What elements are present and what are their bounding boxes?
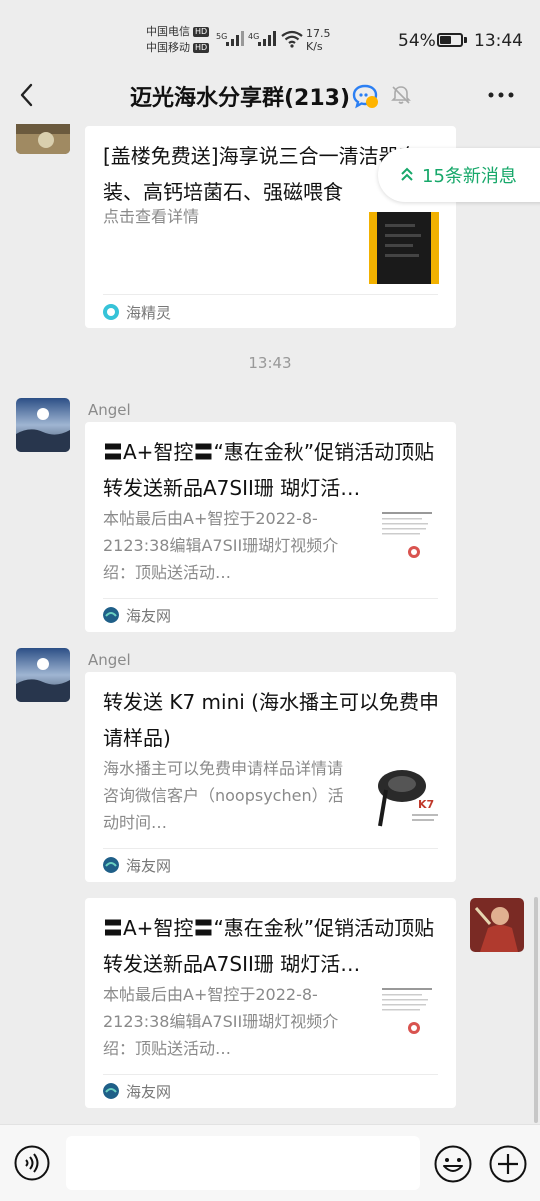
- svg-text:4G: 4G: [248, 32, 259, 41]
- card-desc: 海水播主可以免费申请样品详情请咨询微信客户（noopsychen）活动时间…: [103, 759, 344, 832]
- emoji-icon[interactable]: [434, 1145, 472, 1183]
- sender-name: Angel: [88, 651, 131, 669]
- card-source: 海友网: [103, 855, 171, 875]
- card-thumbnail: K7: [372, 756, 442, 828]
- battery-percent: 54%: [398, 31, 436, 51]
- scrollbar[interactable]: [534, 897, 538, 1123]
- card-source: 海友网: [103, 1081, 171, 1101]
- network-speed: 17.5 K/s: [306, 27, 331, 53]
- card-title: 〓A+智控〓“惠在金秋”促销活动顶贴转发送新品A7SII珊 瑚灯活…: [103, 916, 435, 976]
- card-source: 海友网: [103, 605, 171, 625]
- card-desc: 点击查看详情: [103, 207, 200, 226]
- card-title: 转发送 K7 mini (海水播主可以免费申请样品): [103, 690, 439, 750]
- wifi-icon: [281, 30, 303, 48]
- card-divider: [103, 848, 438, 849]
- chevron-left-icon[interactable]: [14, 80, 42, 110]
- avatar[interactable]: [470, 898, 524, 952]
- more-icon[interactable]: [486, 85, 516, 105]
- battery-fill: [440, 36, 451, 44]
- status-bar: 中国电信 HD 中国移动 HD 5G 4G 17.5 K/s 54% 13:44: [0, 0, 540, 80]
- carrier-info: 中国电信 HD 中国移动 HD: [146, 24, 210, 56]
- new-messages-button[interactable]: 15条新消息: [378, 148, 540, 202]
- app-icon: [103, 607, 119, 623]
- card-desc: 本帖最后由A+智控于2022-8-2123:38编辑A7SII珊瑚灯视频介绍：顶…: [103, 985, 339, 1058]
- sender-name: Angel: [88, 401, 131, 419]
- signal-icon: 4G: [248, 31, 276, 46]
- avatar[interactable]: [16, 398, 70, 452]
- link-card[interactable]: 〓A+智控〓“惠在金秋”促销活动顶贴转发送新品A7SII珊 瑚灯活… 本帖最后由…: [85, 422, 456, 632]
- page-title[interactable]: 迈光海水分享群(213): [130, 80, 350, 112]
- card-title: 〓A+智控〓“惠在金秋”促销活动顶贴转发送新品A7SII珊 瑚灯活…: [103, 440, 435, 500]
- link-card[interactable]: 〓A+智控〓“惠在金秋”促销活动顶贴转发送新品A7SII珊 瑚灯活… 本帖最后由…: [85, 898, 456, 1108]
- card-divider: [103, 1074, 438, 1075]
- voice-icon[interactable]: [14, 1145, 50, 1181]
- message-timestamp: 13:43: [248, 354, 292, 372]
- clock: 13:44: [474, 31, 523, 51]
- double-chevron-up-icon: [401, 167, 413, 181]
- speed-unit: K/s: [306, 40, 323, 53]
- card-source-label: 海精灵: [126, 303, 172, 322]
- card-thumbnail: [372, 506, 442, 578]
- link-card[interactable]: 转发送 K7 mini (海水播主可以免费申请样品) 海水播主可以免费申请样品详…: [85, 672, 456, 882]
- plus-icon[interactable]: [489, 1145, 527, 1183]
- battery-tip: [464, 37, 467, 43]
- app-icon: [103, 1083, 119, 1099]
- card-divider: [103, 598, 438, 599]
- hd-badge: HD: [193, 27, 210, 37]
- speed-value: 17.5: [306, 27, 331, 40]
- signal-icon: 5G: [216, 31, 244, 46]
- card-thumbnail: [369, 212, 439, 284]
- carrier-1: 中国电信: [146, 25, 190, 38]
- message-input[interactable]: [66, 1136, 420, 1190]
- card-source-label: 海友网: [126, 1082, 172, 1101]
- new-messages-label: 15条新消息: [422, 166, 517, 187]
- card-thumbnail: [372, 982, 442, 1054]
- card-source: 海精灵: [103, 302, 171, 322]
- svg-text:5G: 5G: [216, 32, 227, 41]
- bell-off-icon: [391, 86, 411, 104]
- card-source-label: 海友网: [126, 856, 172, 875]
- thumbnail-text: K7: [418, 798, 434, 811]
- input-bar: [0, 1124, 540, 1201]
- avatar[interactable]: [16, 648, 70, 702]
- card-divider: [103, 294, 438, 295]
- app-icon: [103, 857, 119, 873]
- battery-icon: [437, 33, 463, 47]
- hd-badge: HD: [193, 43, 210, 53]
- carrier-2: 中国移动: [146, 41, 190, 54]
- app-icon: [103, 304, 119, 320]
- group-chat-icon: [352, 84, 378, 109]
- card-source-label: 海友网: [126, 606, 172, 625]
- card-desc: 本帖最后由A+智控于2022-8-2123:38编辑A7SII珊瑚灯视频介绍：顶…: [103, 509, 339, 582]
- chat-header: 迈光海水分享群(213): [0, 70, 540, 120]
